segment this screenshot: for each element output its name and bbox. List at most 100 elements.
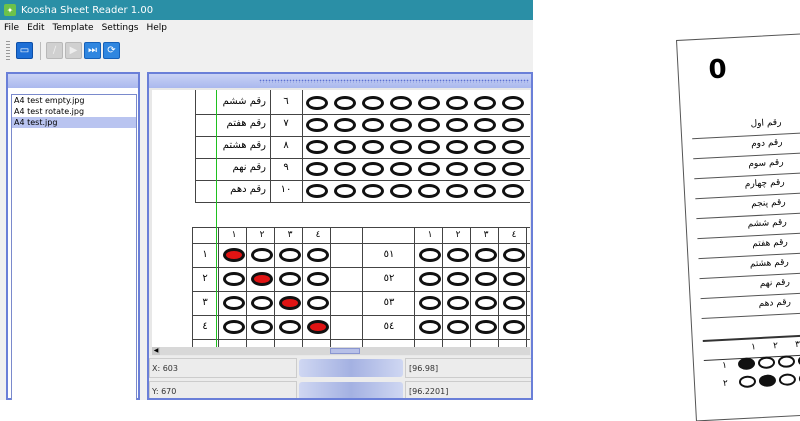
answer-bubble[interactable] <box>419 248 441 262</box>
answer-bubble[interactable] <box>447 320 469 334</box>
answer-bubble[interactable] <box>475 320 497 334</box>
answer-bubble[interactable] <box>307 296 329 310</box>
skip-next-button[interactable]: ⏭ <box>84 42 101 59</box>
answer-bubble[interactable] <box>390 118 412 132</box>
column-header: ٣ <box>483 230 489 240</box>
menu-settings[interactable]: Settings <box>102 23 139 33</box>
answer-bubble[interactable] <box>223 296 245 310</box>
answer-bubble[interactable] <box>474 96 496 110</box>
answer-bubble[interactable] <box>251 248 273 262</box>
answer-bubble[interactable] <box>502 162 524 176</box>
y-slider[interactable] <box>299 382 403 398</box>
window-title: Koosha Sheet Reader 1.00 <box>21 4 154 16</box>
answer-bubble[interactable] <box>475 248 497 262</box>
menu-edit[interactable]: Edit <box>27 23 44 33</box>
answer-bubble[interactable] <box>279 272 301 286</box>
answer-bubble[interactable] <box>334 140 356 154</box>
answer-bubble[interactable] <box>362 184 384 198</box>
answer-bubble[interactable] <box>475 272 497 286</box>
y-value: [96.2201] <box>409 387 449 396</box>
answer-bubble[interactable] <box>502 140 524 154</box>
answer-bubble[interactable] <box>474 184 496 198</box>
answer-bubble[interactable] <box>307 248 329 262</box>
answer-bubble[interactable] <box>279 248 301 262</box>
answer-bubble[interactable] <box>306 118 328 132</box>
answer-bubble[interactable] <box>334 162 356 176</box>
disabled-button[interactable]: ∕ <box>46 42 63 59</box>
horizontal-scrollbar[interactable]: ◀ <box>152 347 530 355</box>
answer-bubble[interactable] <box>390 162 412 176</box>
answer-bubble[interactable] <box>447 248 469 262</box>
answer-bubble[interactable] <box>279 320 301 334</box>
answer-bubble[interactable] <box>307 320 329 334</box>
answer-bubble[interactable] <box>502 184 524 198</box>
answer-bubble[interactable] <box>334 96 356 110</box>
answer-bubble[interactable] <box>390 140 412 154</box>
menu-template[interactable]: Template <box>53 23 94 33</box>
answer-bubble[interactable] <box>307 272 329 286</box>
answer-bubble[interactable] <box>223 248 245 262</box>
answer-bubble[interactable] <box>251 272 273 286</box>
panel-grip-dots <box>259 79 529 83</box>
answer-bubble[interactable] <box>446 184 468 198</box>
answer-bubble[interactable] <box>447 296 469 310</box>
answer-bubble[interactable] <box>474 140 496 154</box>
answer-bubble[interactable] <box>446 96 468 110</box>
answer-bubble[interactable] <box>306 140 328 154</box>
play-button[interactable]: ▶ <box>65 42 82 59</box>
grid-line <box>414 227 415 347</box>
x-slider[interactable] <box>299 359 403 377</box>
answer-bubble[interactable] <box>502 118 524 132</box>
answer-bubble[interactable] <box>447 272 469 286</box>
answer-bubble[interactable] <box>503 296 525 310</box>
answer-bubble[interactable] <box>474 162 496 176</box>
answer-bubble[interactable] <box>306 184 328 198</box>
answer-bubble[interactable] <box>223 320 245 334</box>
answer-bubble[interactable] <box>474 118 496 132</box>
answer-bubble[interactable] <box>503 272 525 286</box>
menu-file[interactable]: File <box>4 23 19 33</box>
answer-bubble[interactable] <box>390 96 412 110</box>
answer-bubble[interactable] <box>251 296 273 310</box>
answer-bubble[interactable] <box>418 184 440 198</box>
answer-bubble[interactable] <box>475 296 497 310</box>
answer-bubble[interactable] <box>418 162 440 176</box>
file-list[interactable]: A4 test empty.jpg A4 test rotate.jpg A4 … <box>11 94 137 400</box>
answer-bubble[interactable] <box>419 296 441 310</box>
answer-bubble[interactable] <box>503 248 525 262</box>
answer-bubble[interactable] <box>446 162 468 176</box>
toolbar-grip[interactable] <box>6 40 10 61</box>
answer-bubble[interactable] <box>419 320 441 334</box>
refresh-button[interactable]: ⟳ <box>103 42 120 59</box>
file-item[interactable]: A4 test empty.jpg <box>12 95 136 106</box>
answer-bubble[interactable] <box>362 140 384 154</box>
answer-bubble[interactable] <box>362 96 384 110</box>
answer-bubble[interactable] <box>334 184 356 198</box>
row-number: ٧ <box>283 118 289 129</box>
answer-bubble[interactable] <box>306 162 328 176</box>
file-item[interactable]: A4 test rotate.jpg <box>12 106 136 117</box>
answer-bubble[interactable] <box>418 118 440 132</box>
answer-bubble[interactable] <box>279 296 301 310</box>
answer-bubble[interactable] <box>334 118 356 132</box>
open-folder-button[interactable]: ▭ <box>16 42 33 59</box>
answer-bubble[interactable] <box>362 118 384 132</box>
answer-bubble[interactable] <box>251 320 273 334</box>
file-item-selected[interactable]: A4 test.jpg <box>12 117 136 128</box>
answer-bubble[interactable] <box>390 184 412 198</box>
sheet-canvas[interactable]: رقم ششم ٦ رقم هفتم ٧ رقم هشتم ٨ رقم نهم ٩ رقم ده… <box>152 90 530 347</box>
answer-bubble[interactable] <box>223 272 245 286</box>
answer-bubble[interactable] <box>418 140 440 154</box>
menu-help[interactable]: Help <box>147 23 168 33</box>
scroll-thumb[interactable] <box>330 348 360 354</box>
x-value: [96.98] <box>409 364 439 373</box>
answer-bubble[interactable] <box>446 118 468 132</box>
scroll-left-icon[interactable]: ◀ <box>152 347 160 355</box>
answer-bubble[interactable] <box>446 140 468 154</box>
answer-bubble[interactable] <box>362 162 384 176</box>
answer-bubble[interactable] <box>419 272 441 286</box>
answer-bubble[interactable] <box>503 320 525 334</box>
answer-bubble[interactable] <box>502 96 524 110</box>
answer-bubble[interactable] <box>306 96 328 110</box>
answer-bubble[interactable] <box>418 96 440 110</box>
